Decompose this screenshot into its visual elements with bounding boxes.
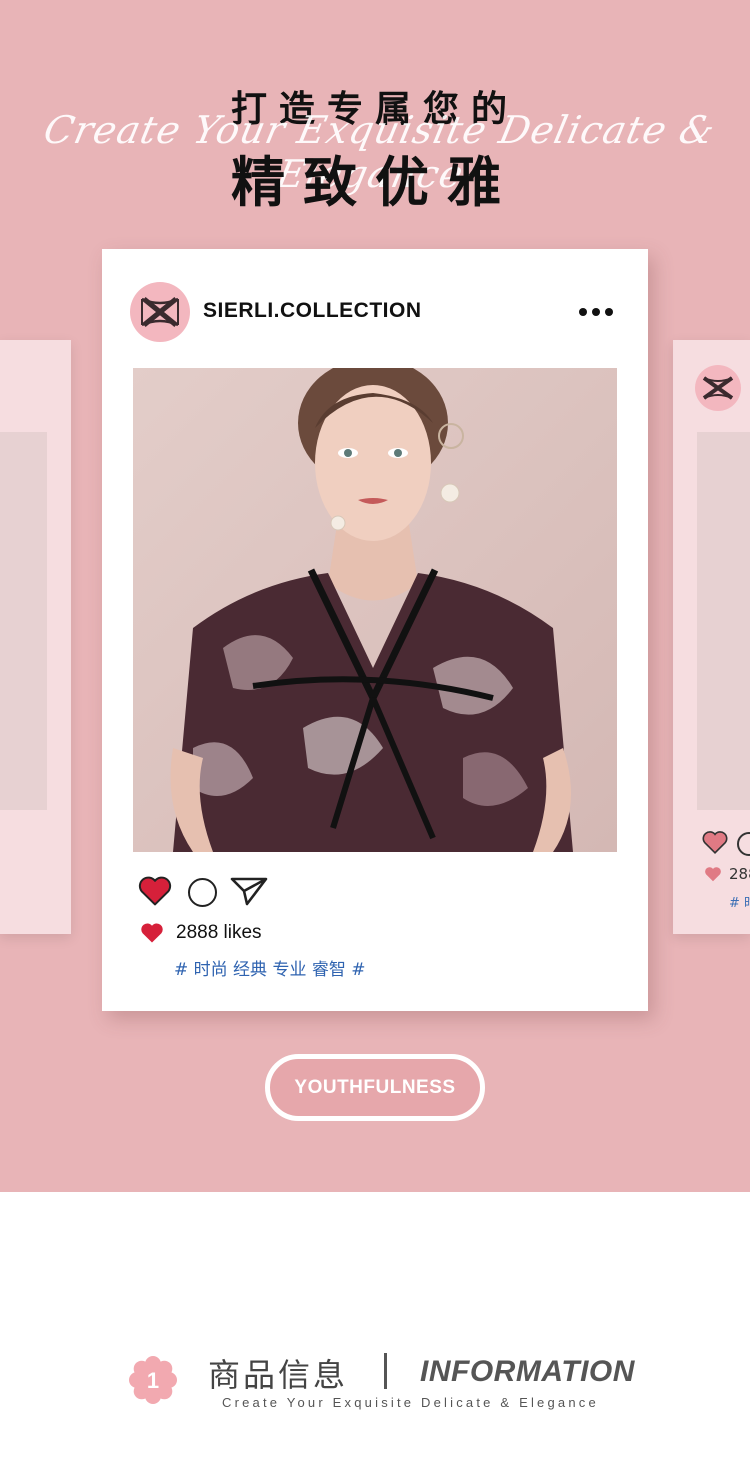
info-title-en: INFORMATION: [420, 1355, 635, 1388]
badge-number: 1: [147, 1368, 159, 1393]
title-line2: 精致优雅: [231, 151, 519, 214]
logo-icon: [702, 376, 734, 400]
post-username[interactable]: SIERLI.COLLECTION: [203, 299, 422, 323]
avatar[interactable]: [130, 282, 190, 342]
comment-icon[interactable]: [188, 878, 217, 907]
heart-icon: [141, 923, 163, 943]
info-subtitle: Create Your Exquisite Delicate & Eleganc…: [222, 1395, 599, 1410]
heart-icon: [705, 867, 721, 882]
likes-count[interactable]: 2888 likes: [176, 922, 262, 944]
heart-icon[interactable]: [702, 830, 728, 854]
side-tags-text: # 时: [729, 896, 750, 911]
side-card-left-image: [0, 432, 47, 810]
hero-section: 打造专属您的 Create Your Exquisite Delicate & …: [0, 0, 750, 1192]
info-divider: [384, 1353, 387, 1389]
side-card-avatar: [695, 365, 741, 411]
side-card-right[interactable]: 288 # 时: [673, 340, 750, 934]
post-tags[interactable]: # 时尚 经典 专业 睿智 #: [174, 955, 366, 980]
post-photo: [133, 368, 617, 852]
side-card-right-image: [697, 432, 750, 810]
logo-icon: [141, 297, 179, 327]
model-illustration: [133, 368, 617, 852]
info-title-cn: 商品信息: [208, 1356, 349, 1394]
side-likes-text: 288: [729, 865, 750, 883]
youthfulness-button[interactable]: YOUTHFULNESS: [265, 1054, 485, 1121]
send-icon[interactable]: [229, 875, 269, 907]
comment-icon[interactable]: [737, 832, 750, 856]
flower-badge-icon: 1: [129, 1356, 177, 1404]
side-card-left[interactable]: [0, 340, 71, 934]
more-icon[interactable]: [576, 305, 616, 319]
heart-icon[interactable]: [138, 875, 172, 907]
post-card: SIERLI.COLLECTION 2888 likes # 时尚 经典 专业 …: [102, 249, 648, 1011]
